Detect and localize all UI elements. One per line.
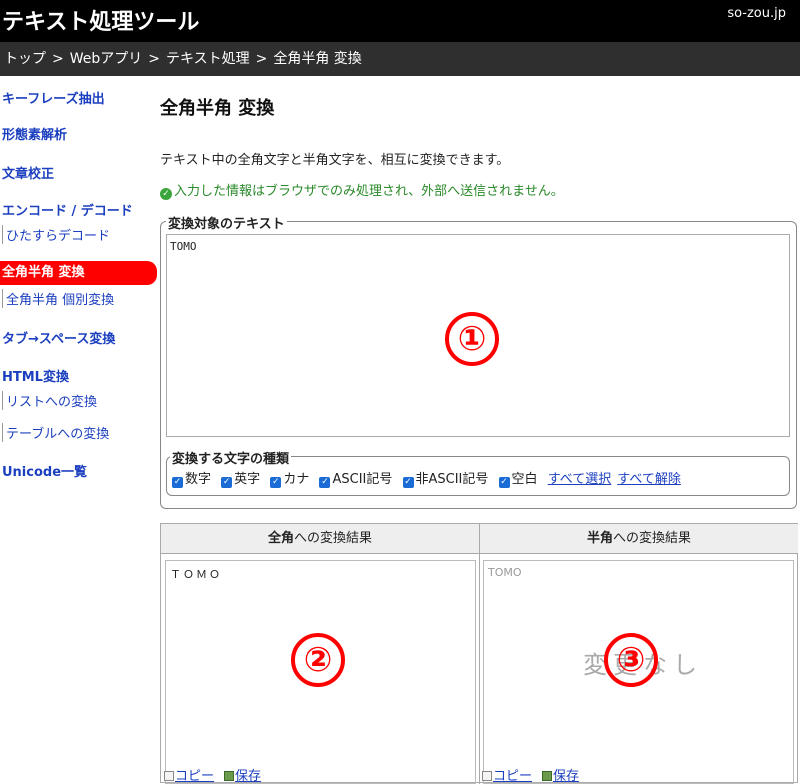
site-title[interactable]: テキスト処理ツール (2, 4, 199, 36)
sidebar-item-zenhan-active[interactable]: 全角半角 変換 (0, 261, 157, 285)
privacy-note-text: 入力した情報はブラウザでのみ処理され、外部へ送信されません。 (174, 184, 564, 199)
option-non-ascii-symbols[interactable]: ✓ 非ASCII記号 (402, 468, 489, 488)
header-bold: 全角 (267, 531, 294, 546)
halfwidth-result-actions: コピー 保存 (482, 765, 579, 784)
checkbox-checked-icon[interactable]: ✓ (172, 477, 183, 488)
site-domain: so-zou.jp (727, 6, 786, 21)
input-legend: 変換対象のテキスト (166, 213, 287, 232)
option-alphabet[interactable]: ✓ 英字 (221, 468, 260, 488)
option-label: ASCII記号 (332, 472, 393, 487)
breadcrumb: トップ > Webアプリ > テキスト処理 > 全角半角 変換 (0, 42, 800, 76)
sidebar-item-decode[interactable]: ひたすらデコード (2, 225, 110, 244)
breadcrumb-current: 全角半角 変換 (273, 51, 362, 67)
checkbox-checked-icon[interactable]: ✓ (498, 477, 510, 488)
breadcrumb-separator: > (148, 51, 160, 67)
option-space[interactable]: ✓ 空白 (498, 468, 538, 488)
option-label: カナ (283, 472, 310, 487)
privacy-note: ✓ 入力した情報はブラウザでのみ処理され、外部へ送信されません。 (160, 180, 564, 200)
checkbox-checked-icon[interactable]: ✓ (270, 477, 282, 488)
char-type-options: ✓ 数字 ✓ 英字 ✓ カナ ✓ ASCII記号 ✓ 非ASCII記号 ✓ 空白 すべて選択… (172, 468, 687, 488)
option-label: 空白 (511, 472, 538, 487)
option-label: 非ASCII記号 (415, 472, 489, 487)
breadcrumb-separator: > (255, 51, 268, 67)
breadcrumb-top[interactable]: トップ (4, 51, 46, 67)
checkbox-checked-icon[interactable]: ✓ (402, 477, 414, 488)
save-link[interactable]: 保存 (553, 769, 579, 784)
header-rest: への変換結果 (613, 531, 692, 546)
sidebar-item-proofread[interactable]: 文章校正 (2, 163, 54, 182)
page-title: 全角半角 変換 (160, 98, 275, 119)
annotation-marker-2: ② (291, 633, 345, 687)
site-header: テキスト処理ツール so-zou.jp (0, 0, 800, 42)
sidebar-item-table[interactable]: テーブルへの変換 (2, 423, 109, 442)
copy-link[interactable]: コピー (175, 769, 214, 784)
option-kana[interactable]: ✓ カナ (270, 468, 309, 488)
option-ascii-symbols[interactable]: ✓ ASCII記号 (319, 468, 392, 488)
annotation-marker-1: ① (445, 312, 499, 366)
check-circle-icon: ✓ (160, 188, 172, 200)
copy-icon (482, 771, 492, 781)
deselect-all-link[interactable]: すべて解除 (617, 472, 681, 487)
save-link[interactable]: 保存 (235, 769, 261, 784)
sidebar-item-list[interactable]: リストへの変換 (2, 391, 97, 410)
option-label: 英字 (234, 472, 261, 487)
breadcrumb-separator: > (52, 51, 64, 67)
fullwidth-result-header: 全角への変換結果 (161, 524, 479, 554)
save-icon (224, 771, 235, 781)
select-all-link[interactable]: すべて選択 (548, 472, 612, 487)
sidebar-item-zenhan-individual[interactable]: 全角半角 個別変換 (2, 289, 114, 308)
sidebar-item-morphological[interactable]: 形態素解析 (2, 124, 67, 143)
fullwidth-result-actions: コピー 保存 (164, 765, 261, 784)
option-digits[interactable]: ✓ 数字 (172, 468, 211, 488)
column-divider (479, 524, 480, 784)
checkbox-checked-icon[interactable]: ✓ (319, 477, 331, 488)
breadcrumb-webapp[interactable]: Webアプリ (70, 51, 143, 67)
sidebar-item-html[interactable]: HTML変換 (2, 366, 69, 385)
copy-icon (164, 771, 174, 781)
sidebar-item-encode-decode[interactable]: エンコード / デコード (2, 200, 133, 219)
checkbox-checked-icon[interactable]: ✓ (221, 477, 233, 488)
sidebar-item-keyphrase[interactable]: キーフレーズ抽出 (2, 88, 105, 107)
options-legend: 変換する文字の種類 (170, 448, 292, 467)
copy-link[interactable]: コピー (493, 769, 532, 784)
page-description: テキスト中の全角文字と半角文字を、相互に変換できます。 (160, 153, 510, 168)
header-bold: 半角 (586, 531, 613, 546)
header-rest: への変換結果 (294, 531, 373, 546)
breadcrumb-text-processing[interactable]: テキスト処理 (166, 51, 250, 67)
save-icon (542, 771, 553, 781)
annotation-marker-3: ③ (604, 633, 658, 687)
sidebar-item-tab-space[interactable]: タブ→スペース変換 (2, 328, 115, 347)
option-label: 数字 (185, 472, 212, 487)
sidebar-item-unicode[interactable]: Unicode一覧 (2, 461, 87, 480)
halfwidth-result-header: 半角への変換結果 (480, 524, 798, 554)
